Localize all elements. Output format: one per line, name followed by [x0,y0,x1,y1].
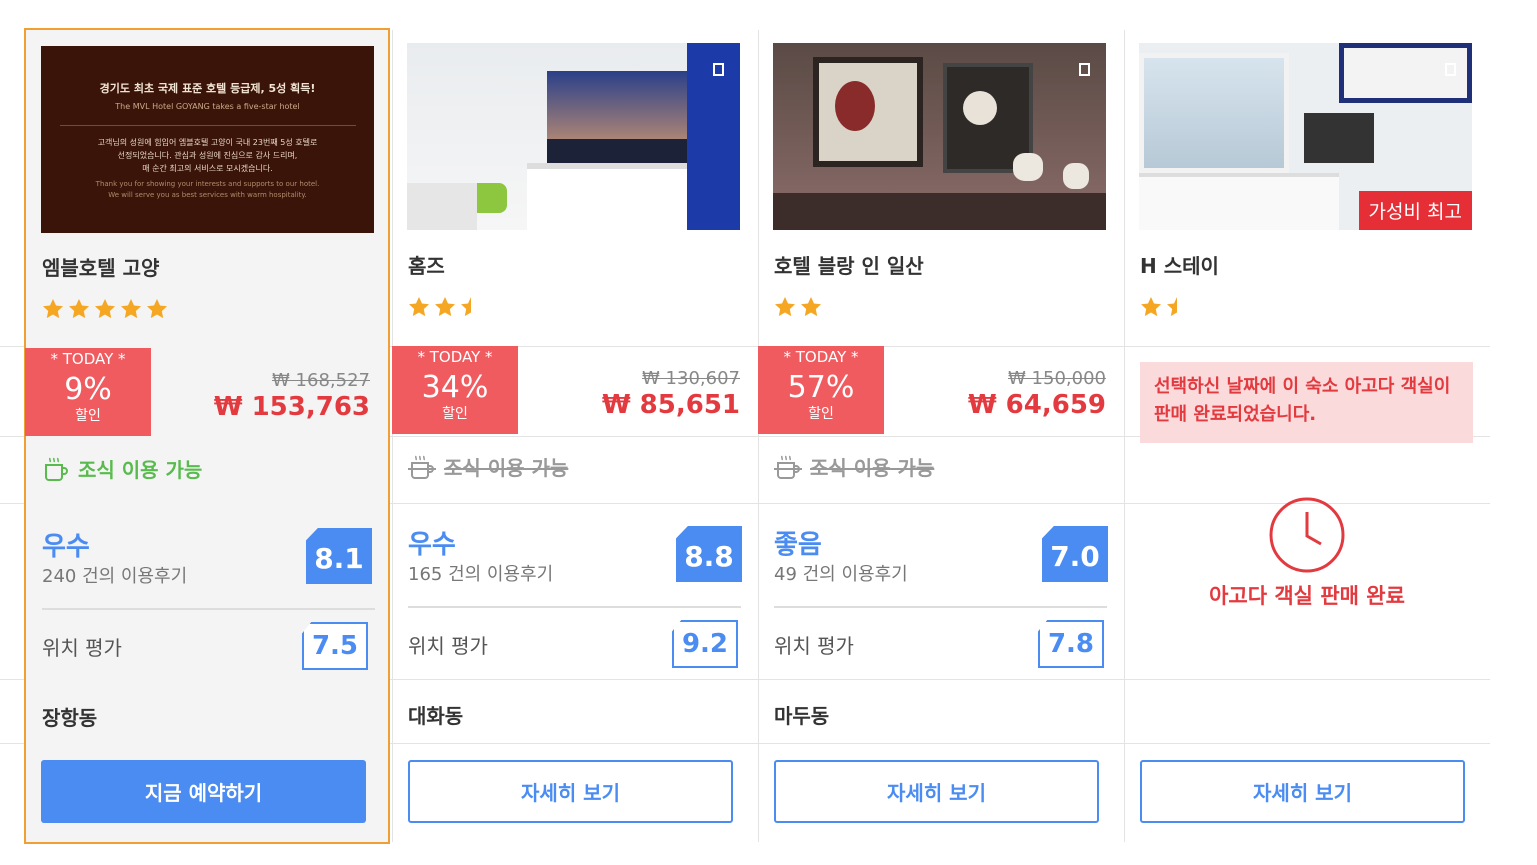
review-count[interactable]: 49 건의 이용후기 [774,560,908,586]
sale-price: ₩ 153,763 [213,392,370,422]
location-score: 7.8 [1038,620,1104,668]
hotel-card-3[interactable]: 호텔 블랑 인 일산 * TODAY * 57% 할인 ₩ 150,000 ₩ … [758,28,1124,844]
photo-body-line: 고객님의 성원에 힘입어 엠블호텔 고양이 국내 23번째 5성 호텔로 [97,138,318,147]
coffee-cup-icon [774,455,802,479]
view-details-button[interactable]: 자세히 보기 [1140,760,1465,823]
photo-body-line: 선정되었습니다. 관심과 성원에 진심으로 감사 드리며, [117,151,298,160]
hotel-card-4[interactable]: 가성비 최고 H 스테이 선택하신 날짜에 이 숙소 아고다 객실이 판매 완료… [1124,28,1490,844]
star-rating [408,296,482,318]
breakfast-label: 조식 이용 가능 [810,456,935,480]
hotel-name[interactable]: 홈즈 [408,250,445,279]
star-icon [435,297,455,317]
hotel-photo[interactable] [773,43,1106,230]
review-score: 8.8 [676,526,742,582]
star-icon [121,299,141,319]
clock-icon [1269,497,1345,573]
hotel-card-2[interactable]: 홈즈 * TODAY * 34% 할인 ₩ 130,607 ₩ 85,651 조… [392,28,758,844]
hotel-photo[interactable] [407,43,740,230]
bookmark-icon[interactable] [1079,63,1090,76]
view-details-button[interactable]: 자세히 보기 [774,760,1099,823]
divider [408,606,741,608]
star-icon [43,299,63,319]
bookmark-icon[interactable] [1445,63,1456,76]
area-name: 장항동 [42,706,98,730]
breakfast-label: 조식 이용 가능 [78,458,203,482]
divider [42,608,375,610]
review-grade: 좋음 [774,530,822,560]
area-name: 마두동 [774,704,830,728]
area-name: 대화동 [408,704,464,728]
review-grade: 우수 [42,532,90,562]
original-price: ₩ 130,607 [642,368,740,389]
book-now-button[interactable]: 지금 예약하기 [41,760,366,823]
breakfast-info: 조식 이용 가능 [408,452,568,481]
location-score: 9.2 [672,620,738,668]
view-details-button[interactable]: 자세히 보기 [408,760,733,823]
discount-unit: 할인 [442,406,468,422]
discount-badge: * TODAY * 57% 할인 [758,346,884,434]
photo-body-line: 매 순간 최고의 서비스로 모시겠습니다. [142,164,273,173]
star-icon [1167,297,1177,316]
star-icon [1141,297,1161,317]
star-icon [461,297,471,316]
breakfast-label: 조식 이용 가능 [444,456,569,480]
sold-out-notice: 선택하신 날짜에 이 숙소 아고다 객실이 판매 완료되었습니다. [1140,362,1473,443]
breakfast-info: 조식 이용 가능 [42,454,202,483]
photo-subline: The MVL Hotel GOYANG takes a five-star h… [115,102,300,111]
discount-badge: * TODAY * 9% 할인 [25,348,151,436]
review-count[interactable]: 240 건의 이용후기 [42,562,187,588]
breakfast-info: 조식 이용 가능 [774,452,934,481]
discount-badge: * TODAY * 34% 할인 [392,346,518,434]
best-value-badge: 가성비 최고 [1358,191,1472,230]
photo-body-line: We will serve you as best services with … [108,191,307,199]
review-count[interactable]: 165 건의 이용후기 [408,560,553,586]
discount-percent: 57% [787,370,855,405]
hotel-name[interactable]: 호텔 블랑 인 일산 [774,250,924,279]
hotel-name[interactable]: 엠블호텔 고양 [42,252,159,281]
original-price: ₩ 150,000 [1008,368,1106,389]
coffee-cup-icon [45,457,68,481]
review-grade: 우수 [408,530,456,560]
sale-price: ₩ 64,659 [967,390,1106,420]
star-icon [95,299,115,319]
star-icon [69,299,89,319]
photo-headline: 경기도 최초 국제 표준 호텔 등급제, 5성 획득! [99,82,316,95]
sale-price: ₩ 85,651 [601,390,740,420]
location-label: 위치 평가 [42,636,122,660]
hotel-name[interactable]: H 스테이 [1140,250,1219,279]
star-icon [147,299,167,319]
location-score: 7.5 [302,622,368,670]
star-rating [42,298,168,320]
location-label: 위치 평가 [774,634,854,658]
hotel-photo[interactable]: 경기도 최초 국제 표준 호텔 등급제, 5성 획득! The MVL Hote… [41,46,374,233]
hotel-card-1[interactable]: 경기도 최초 국제 표준 호텔 등급제, 5성 획득! The MVL Hote… [24,28,390,844]
bookmark-icon[interactable] [713,63,724,76]
discount-unit: 할인 [75,408,101,424]
discount-percent: 34% [421,370,489,405]
today-label: * TODAY * [783,348,859,366]
location-label: 위치 평가 [408,634,488,658]
star-icon [775,297,795,317]
review-score: 8.1 [306,528,372,584]
today-label: * TODAY * [417,348,493,366]
star-rating [1140,296,1188,318]
today-label: * TODAY * [50,350,126,368]
review-score: 7.0 [1042,526,1108,582]
original-price: ₩ 168,527 [272,370,370,391]
star-icon [409,297,429,317]
discount-percent: 9% [64,372,112,407]
sold-out-label: 아고다 객실 판매 완료 [1209,584,1405,608]
photo-body-line: Thank you for showing your interests and… [95,180,320,188]
star-rating [774,296,822,318]
divider [774,606,1107,608]
hotel-photo[interactable]: 가성비 최고 [1139,43,1472,230]
coffee-cup-icon [408,455,436,479]
discount-unit: 할인 [808,406,834,422]
star-icon [801,297,821,317]
